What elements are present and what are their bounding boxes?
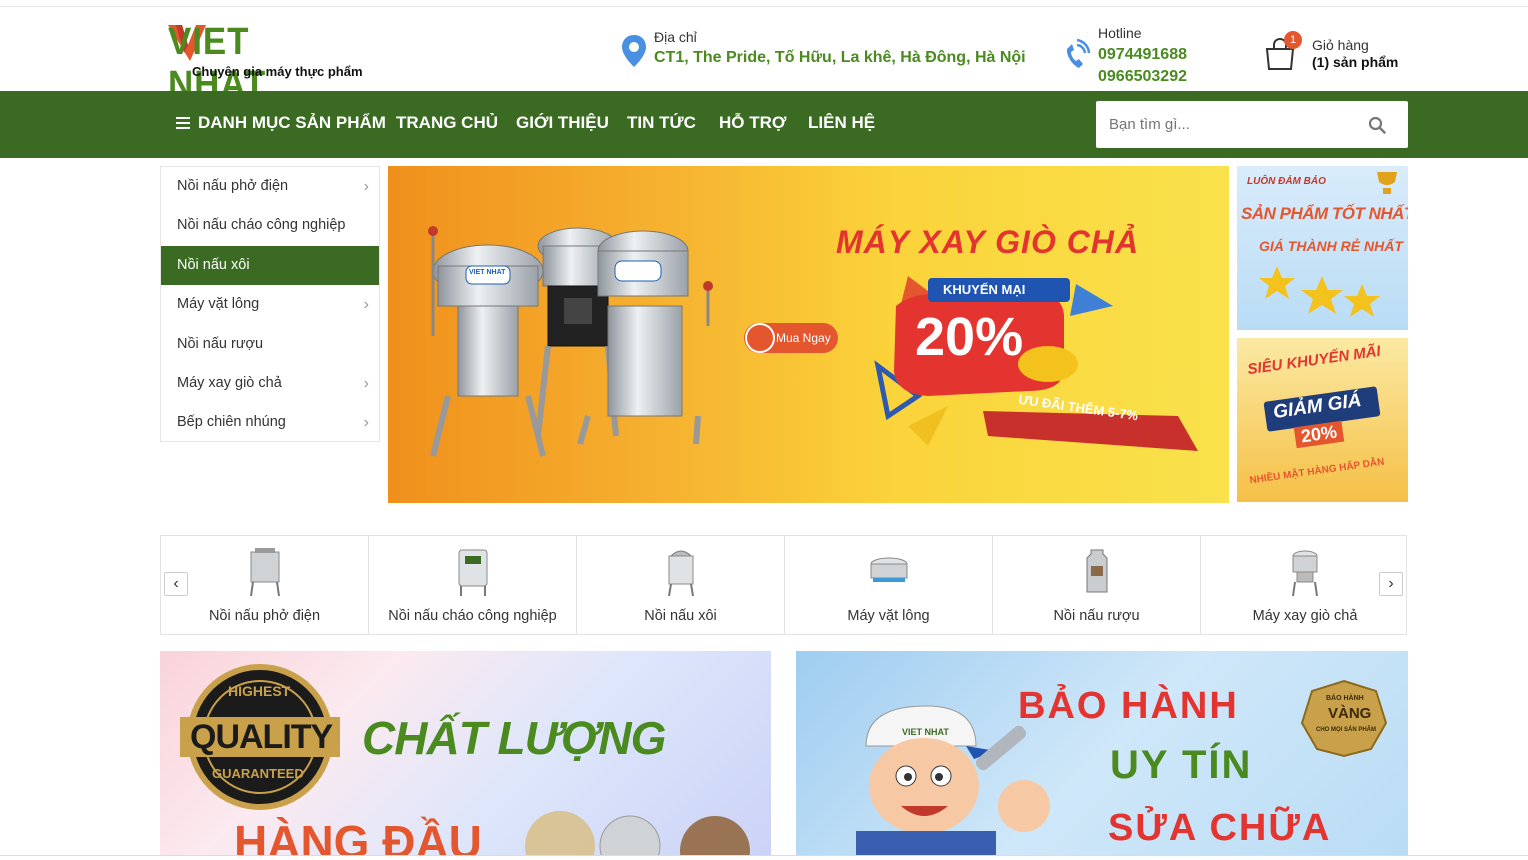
chevron-right-icon: › (363, 178, 369, 195)
nav-item-news[interactable]: TIN TỨC (627, 113, 696, 133)
search-input[interactable] (1096, 101, 1356, 148)
promo-banner-quality[interactable]: HIGHEST QUALITY GUARANTEED CHẤT LƯỢNG HÀ… (160, 651, 771, 860)
promo-banner-warranty[interactable]: VIET NHAT BẢO HÀNH UY TÍN SỬA CHỮA BẢO H… (796, 651, 1408, 860)
carousel-next-button[interactable]: › (1379, 572, 1403, 596)
address-value: CT1, The Pride, Tố Hữu, La khê, Hà Đông,… (654, 49, 1026, 66)
category-label: Máy vặt lông (847, 608, 930, 624)
side-menu-item[interactable]: Bếp chiên nhúng › (161, 403, 379, 442)
side-banner-2-line1: SIÊU KHUYẾN MÃI (1246, 342, 1382, 379)
main-navbar: DANH MỤC SẢN PHẨM TRANG CHỦ GIỚI THIỆU T… (0, 91, 1528, 158)
promo-quality-line1: CHẤT LƯỢNG (362, 712, 666, 764)
hero-cta-button[interactable]: Mua Ngay (776, 331, 831, 345)
side-menu-item[interactable]: Nồi nấu cháo công nghiệp (161, 206, 379, 245)
side-menu-item[interactable]: Máy xay giò chả › (161, 364, 379, 403)
category-label: Nồi nấu cháo công nghiệp (388, 608, 557, 624)
category-card[interactable]: Máy xay giò chả (1201, 536, 1409, 634)
porridge-pot-icon (458, 549, 488, 596)
distiller-icon (1086, 549, 1108, 593)
cart-count-badge: 1 (1284, 31, 1302, 49)
hero-badge: KHUYẾN MẠI (943, 282, 1026, 297)
side-banner-best-product[interactable]: LUÔN ĐẢM BẢO SẢN PHẨM TỐT NHẤT GIÁ THÀNH… (1237, 166, 1408, 330)
rice-steamer-icon (668, 550, 694, 597)
logo-text: VVIET NHAT (168, 21, 267, 106)
category-menu-toggle[interactable]: DANH MỤC SẢN PHẨM (176, 113, 386, 133)
phone-icon (1066, 38, 1090, 68)
logo-tagline: Chuyên gia máy thực phẩm (192, 64, 363, 79)
site-logo[interactable]: VVIET NHAT Chuyên gia máy thực phẩm (168, 19, 388, 106)
carousel-prev-button[interactable]: ‹ (164, 572, 188, 596)
nav-item-about[interactable]: GIỚI THIỆU (516, 113, 609, 133)
chevron-right-icon: › (363, 414, 369, 432)
nav-item-home[interactable]: TRANG CHỦ (396, 113, 498, 133)
category-label: Nồi nấu rượu (1053, 608, 1140, 624)
grinder-icon (1292, 550, 1318, 597)
side-menu-item[interactable]: Nồi nấu rượu (161, 325, 379, 364)
side-menu-item[interactable]: Máy vặt lông › (161, 285, 379, 324)
hamburger-icon (176, 117, 190, 129)
bottom-border (0, 855, 1528, 860)
warranty-seal-top: BẢO HÀNH (1326, 695, 1364, 702)
hero-banner[interactable]: MÁY XAY GIÒ CHẢ KHUYẾN MẠI 20% ƯU ĐÃI TH… (388, 166, 1229, 503)
promo-warranty-line1: BẢO HÀNH (1018, 685, 1239, 727)
warranty-seal-bottom: CHO MỌI SẢN PHẨM (1316, 727, 1376, 733)
top-border (0, 0, 1528, 7)
plucker-icon (870, 557, 908, 582)
promo-warranty-line3: SỬA CHỮA (1108, 807, 1332, 849)
hotline-label: Hotline (1098, 25, 1142, 41)
location-pin-icon (622, 35, 646, 67)
hotline-phone-1[interactable]: 0974491688 (1098, 46, 1187, 64)
category-label: Nồi nấu xôi (644, 608, 717, 624)
search-box (1096, 101, 1408, 148)
promo-warranty-line2: UY TÍN (1110, 743, 1253, 787)
machine-label: VIET NHAT (469, 269, 506, 276)
pho-pot-icon (250, 548, 280, 597)
address-label: Địa chỉ (654, 29, 697, 45)
cart-value: (1) sản phẩm (1312, 54, 1399, 70)
category-card[interactable]: Nồi nấu phở điện (161, 536, 369, 634)
search-icon[interactable] (1368, 116, 1386, 134)
chevron-right-icon: › (363, 296, 369, 314)
grinder-machine-1 (428, 226, 546, 457)
warranty-seal-mid: VÀNG (1328, 705, 1372, 722)
promo-quality-line2: HÀNG ĐẦU (234, 816, 482, 860)
category-carousel: ‹ Nồi nấu phở điện Nồi nấu cháo công ngh… (160, 535, 1407, 635)
quality-seal-bottom: GUARANTEED (212, 766, 304, 781)
category-card[interactable]: Nồi nấu cháo công nghiệp (369, 536, 577, 634)
side-banner-1-line3: GIÁ THÀNH RẺ NHẤT (1259, 238, 1403, 254)
quality-seal-top: HIGHEST (228, 683, 291, 699)
side-banner-1-line1: LUÔN ĐẢM BẢO (1247, 176, 1326, 187)
category-card[interactable]: Máy vặt lông (785, 536, 993, 634)
category-card[interactable]: Nồi nấu rượu (993, 536, 1201, 634)
hero-discount: 20% (915, 307, 1024, 367)
category-side-menu: Nồi nấu phở điện › Nồi nấu cháo công nghi… (160, 166, 380, 442)
chevron-right-icon: › (363, 374, 369, 392)
hotline-phone-2[interactable]: 0966503292 (1098, 68, 1187, 86)
quality-seal-mid: QUALITY (190, 718, 333, 756)
side-menu-item-active[interactable]: Nồi nấu xôi (161, 245, 379, 286)
hero-title: MÁY XAY GIÒ CHẢ (836, 224, 1140, 260)
category-label: Nồi nấu phở điện (208, 608, 321, 624)
mascot-cap-text: VIET NHAT (902, 727, 949, 737)
side-menu-item[interactable]: Nồi nấu phở điện › (161, 167, 379, 206)
category-card[interactable]: Nồi nấu xôi (577, 536, 785, 634)
nav-item-contact[interactable]: LIÊN HỆ (808, 113, 875, 133)
cart-label: Giỏ hàng (1312, 37, 1369, 53)
side-banner-2-line4: NHIỀU MẶT HÀNG HẤP DẪN (1248, 456, 1386, 487)
site-header: VVIET NHAT Chuyên gia máy thực phẩm Địa … (0, 7, 1528, 106)
side-banner-1-line2: SẢN PHẨM TỐT NHẤT (1241, 204, 1408, 223)
nav-item-support[interactable]: HỖ TRỢ (719, 113, 786, 133)
category-label: Máy xay giò chả (1252, 608, 1358, 624)
side-banner-sale[interactable]: SIÊU KHUYẾN MÃI GIẢM GIÁ 20% NHIỀU MẶT H… (1237, 338, 1408, 502)
category-menu-label: DANH MỤC SẢN PHẨM (198, 113, 386, 132)
